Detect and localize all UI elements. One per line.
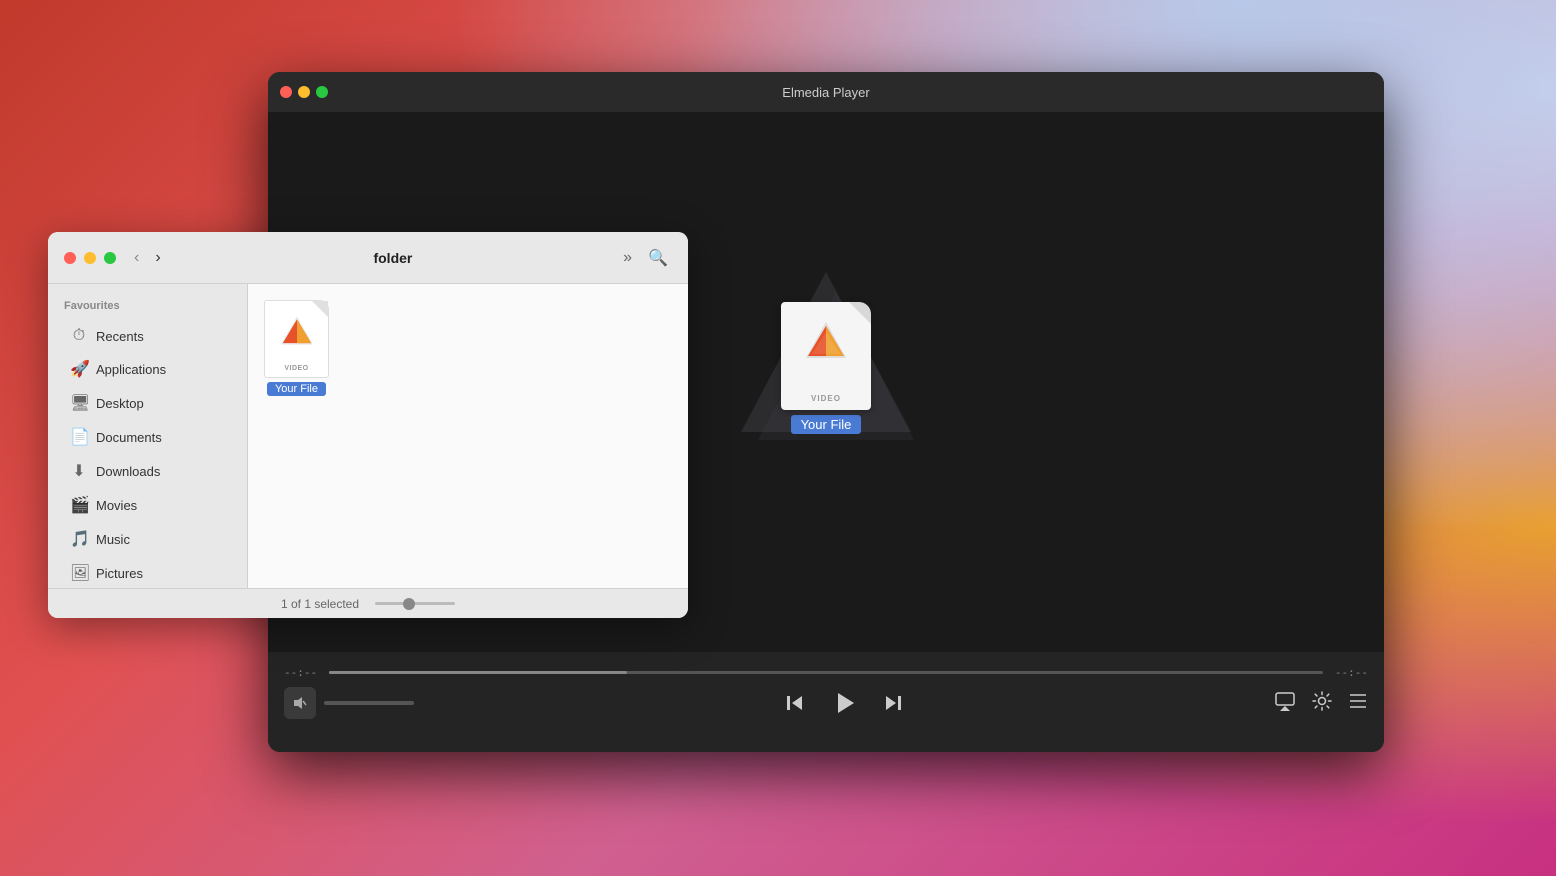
volume-icon [292,696,308,710]
downloads-icon: ⬇ [70,461,88,481]
movies-icon: 🎬 [70,495,88,515]
finder-search-button[interactable]: 🔍 [644,244,672,272]
airplay-icon [1274,691,1296,711]
playlist-button[interactable] [1348,692,1368,715]
zoom-track [375,602,455,605]
play-button[interactable] [830,689,858,717]
file-doc-logo [278,313,316,356]
sidebar-section-favourites: Favourites [48,296,247,320]
airplay-button[interactable] [1274,691,1296,716]
recents-icon: ⏱ [70,327,88,345]
finder-status-text: 1 of 1 selected [281,597,359,611]
volume-slider[interactable] [324,701,414,705]
sidebar-item-applications[interactable]: 🚀 Applications [54,352,241,386]
player-title: Elmedia Player [782,85,869,100]
sidebar-item-pictures[interactable]: 🖼 Pictures [54,556,241,588]
player-file-type-label: VIDEO [811,394,841,403]
file-type-label: VIDEO [284,365,308,372]
sidebar-item-label-applications: Applications [96,362,166,377]
file-corner-fold [849,302,871,324]
finder-files-area: VIDEO Your File [248,284,688,588]
playback-controls [784,689,904,717]
sidebar-item-label-recents: Recents [96,329,144,344]
player-file-icon: VIDEO Your File [781,302,871,434]
sidebar-item-label-downloads: Downloads [96,464,160,479]
finder-minimize-button[interactable] [84,252,96,264]
finder-titlebar: ‹ › folder » 🔍 [48,232,688,284]
zoom-slider[interactable] [375,602,455,605]
file-document-icon: VIDEO [264,300,329,378]
finder-body: Favourites ⏱ Recents 🚀 Applications 🖥 De… [48,284,688,588]
documents-icon: 📄 [70,427,88,447]
player-elmedia-logo [802,318,850,371]
controls-row [284,687,1368,719]
player-minimize-button[interactable] [298,86,310,98]
applications-icon: 🚀 [70,359,88,379]
sidebar-item-music[interactable]: 🎵 Music [54,522,241,556]
player-controls: --:-- --:-- [268,652,1384,752]
play-icon [830,689,858,717]
sidebar-item-desktop[interactable]: 🖥 Desktop [54,386,241,420]
sidebar-item-label-music: Music [96,532,130,547]
finder-sidebar: Favourites ⏱ Recents 🚀 Applications 🖥 De… [48,284,248,588]
next-icon [882,692,904,714]
progress-track[interactable] [329,671,1323,674]
sidebar-item-movies[interactable]: 🎬 Movies [54,488,241,522]
time-start-label: --:-- [284,666,317,679]
next-track-button[interactable] [882,692,904,714]
pictures-icon: 🖼 [70,563,88,583]
progress-bar-area: --:-- --:-- [284,652,1368,687]
gear-icon [1312,691,1332,711]
progress-fill [329,671,627,674]
sidebar-item-label-desktop: Desktop [96,396,144,411]
sidebar-item-downloads[interactable]: ⬇ Downloads [54,454,241,488]
finder-maximize-button[interactable] [104,252,116,264]
player-file-name-badge: Your File [791,415,862,434]
file-name-badge: Your File [267,382,326,396]
sidebar-item-label-documents: Documents [96,430,162,445]
finder-close-button[interactable] [64,252,76,264]
sidebar-item-documents[interactable]: 📄 Documents [54,420,241,454]
music-icon: 🎵 [70,529,88,549]
finder-location-label: folder [179,250,608,266]
sidebar-item-label-pictures: Pictures [96,566,143,581]
desktop-icon: 🖥 [70,393,88,413]
time-end-label: --:-- [1335,666,1368,679]
sidebar-item-recents[interactable]: ⏱ Recents [54,320,241,352]
file-item[interactable]: VIDEO Your File [264,300,329,396]
player-titlebar: Elmedia Player [268,72,1384,112]
playlist-icon [1348,692,1368,710]
player-maximize-button[interactable] [316,86,328,98]
player-traffic-lights [280,86,328,98]
finder-window: ‹ › folder » 🔍 Favourites ⏱ Recents 🚀 Ap… [48,232,688,618]
prev-icon [784,692,806,714]
finder-view-buttons: » 🔍 [619,244,672,272]
sidebar-item-label-movies: Movies [96,498,137,513]
finder-forward-button[interactable]: › [149,245,166,271]
zoom-thumb [403,598,415,610]
volume-area [284,687,414,719]
finder-chevrons-button[interactable]: » [619,244,636,272]
finder-statusbar: 1 of 1 selected [48,588,688,618]
volume-button[interactable] [284,687,316,719]
right-controls [1274,691,1368,716]
finder-back-button[interactable]: ‹ [128,245,145,271]
prev-track-button[interactable] [784,692,806,714]
finder-nav-buttons: ‹ › [128,245,167,271]
player-close-button[interactable] [280,86,292,98]
finder-traffic-lights [64,252,116,264]
settings-button[interactable] [1312,691,1332,716]
